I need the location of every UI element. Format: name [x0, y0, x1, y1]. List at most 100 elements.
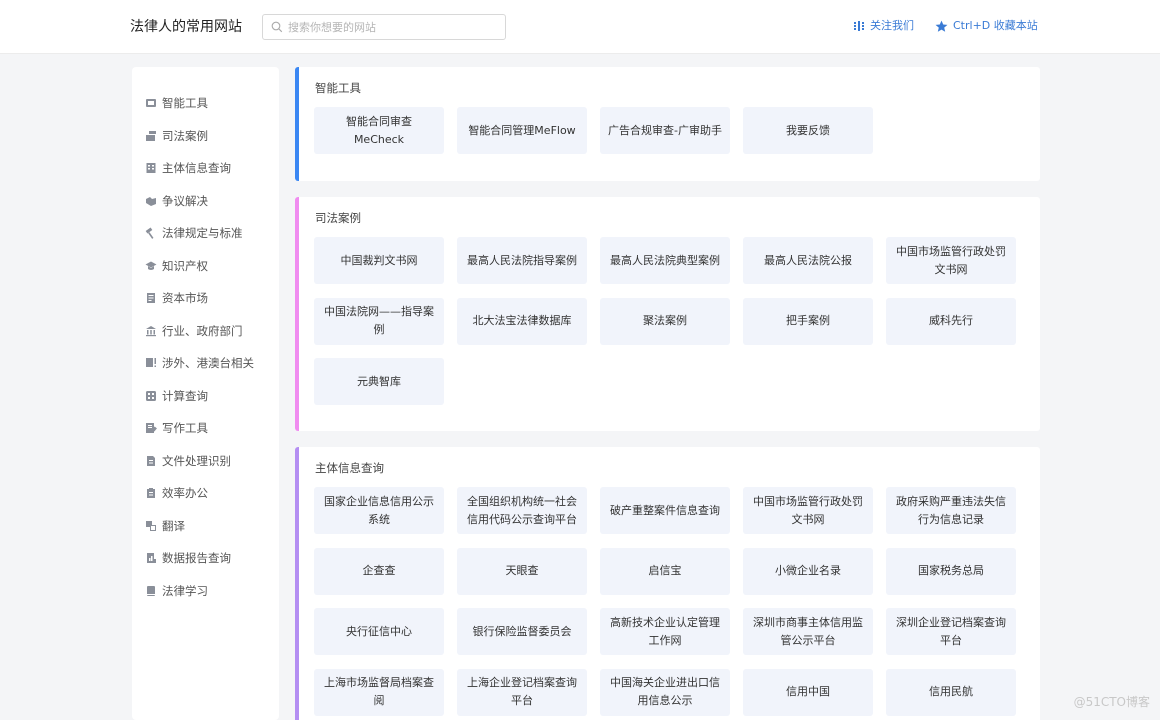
sidebar-item-label: 文件处理识别 — [162, 453, 231, 468]
site-link-card[interactable]: 中国海关企业进出口信用信息公示 — [600, 668, 730, 716]
file-icon — [145, 455, 157, 467]
site-link-card[interactable]: 信用民航 — [886, 668, 1016, 716]
sidebar-item[interactable]: 效率办公 — [132, 477, 279, 510]
sidebar-item[interactable]: 资本市场 — [132, 282, 279, 315]
site-link-card[interactable]: 威科先行 — [886, 297, 1016, 345]
site-link-card[interactable]: 元典智库 — [314, 358, 444, 405]
sidebar-item[interactable]: 计算查询 — [132, 380, 279, 413]
sidebar-item[interactable]: 法律规定与标准 — [132, 217, 279, 250]
site-link-card[interactable]: 广告合规审查-广审助手 — [600, 107, 730, 154]
site-link-card[interactable]: 启信宝 — [600, 547, 730, 595]
wechat-icon — [853, 20, 865, 32]
sidebar-item-label: 计算查询 — [162, 388, 208, 403]
site-link-card[interactable]: 企查查 — [314, 547, 444, 595]
graduation-cap-icon — [145, 260, 157, 272]
sidebar-item-label: 翻译 — [162, 518, 185, 533]
sidebar-item-label: 资本市场 — [162, 291, 208, 306]
favorite-site-label: Ctrl+D 收藏本站 — [953, 19, 1038, 32]
sidebar-item[interactable]: 数据报告查询 — [132, 542, 279, 575]
site-link-card[interactable]: 小微企业名录 — [743, 547, 873, 595]
section-accent-bar — [295, 447, 299, 720]
follow-us-link[interactable]: 关注我们 — [853, 18, 914, 34]
sidebar-item-label: 涉外、港澳台相关 — [162, 356, 254, 371]
sidebar-item[interactable]: 涉外、港澳台相关 — [132, 347, 279, 380]
sidebar-item[interactable]: 写作工具 — [132, 412, 279, 445]
site-link-card[interactable]: 中国市场监管行政处罚文书网 — [886, 237, 1016, 284]
section-entity-lookup: 主体信息查询 国家企业信息信用公示系统 全国组织机构统一社会信用代码公示查询平台破… — [295, 447, 1040, 720]
site-link-card[interactable]: 智能合同审查MeCheck — [314, 107, 444, 154]
site-link-card[interactable]: 最高人民法院公报 — [743, 237, 873, 284]
sidebar-item-label: 数据报告查询 — [162, 551, 231, 566]
link-grid: 智能合同审查MeCheck 智能合同管理MeFlow 广告合规审查-广审助手 我要反馈 — [314, 107, 1034, 168]
sidebar-item[interactable]: 翻译 — [132, 510, 279, 543]
sidebar-item[interactable]: 争议解决 — [132, 185, 279, 218]
sidebar-item-label: 智能工具 — [162, 96, 208, 111]
site-link-card[interactable]: 上海市场监督局档案查阅 — [314, 668, 444, 716]
site-link-card[interactable]: 信用中国 — [743, 668, 873, 716]
bank-icon — [145, 325, 157, 337]
sidebar-item-label: 司法案例 — [162, 128, 208, 143]
site-link-card[interactable]: 聚法案例 — [600, 297, 730, 345]
section-title: 主体信息查询 — [315, 461, 384, 475]
site-link-card[interactable]: 中国法院网——指导案例 — [314, 297, 444, 345]
site-link-card[interactable]: 中国裁判文书网 — [314, 237, 444, 284]
sidebar-item[interactable]: 文件处理识别 — [132, 445, 279, 478]
report-icon — [145, 552, 157, 564]
sidebar-item-label: 主体信息查询 — [162, 161, 231, 176]
section-judicial-cases: 司法案例 中国裁判文书网 最高人民法院指导案例 最高人民法院典型案例 最高人民法院公报… — [295, 197, 1040, 431]
sidebar-item[interactable]: 司法案例 — [132, 120, 279, 153]
site-link-card[interactable]: 中国市场监管行政处罚文书网 — [743, 487, 873, 534]
document-icon — [145, 292, 157, 304]
sidebar-item[interactable]: 主体信息查询 — [132, 152, 279, 185]
sidebar-item[interactable]: 智能工具 — [132, 87, 279, 120]
search-icon — [271, 21, 283, 33]
site-link-card[interactable]: 银行保险监督委员会 — [457, 608, 587, 655]
site-link-card[interactable]: 最高人民法院指导案例 — [457, 237, 587, 284]
section-accent-bar — [295, 197, 299, 431]
site-link-card[interactable]: 破产重整案件信息查询 — [600, 487, 730, 534]
search-box[interactable] — [262, 14, 506, 40]
search-input[interactable] — [288, 20, 488, 34]
link-grid: 中国裁判文书网 最高人民法院指导案例 最高人民法院典型案例 最高人民法院公报 中国市场监… — [314, 237, 1034, 419]
calculator-icon — [145, 390, 157, 402]
top-bar: 法律人的常用网站 关注我们 Ctrl+D 收藏本站 — [0, 0, 1160, 54]
building-icon — [145, 162, 157, 174]
watermark: @51CTO博客 — [1073, 695, 1150, 709]
follow-us-label: 关注我们 — [870, 19, 914, 32]
site-link-card[interactable]: 智能合同管理MeFlow — [457, 107, 587, 154]
sidebar-item-label: 法律规定与标准 — [162, 226, 243, 241]
hammer-icon — [145, 227, 157, 240]
sidebar-item-label: 效率办公 — [162, 486, 208, 501]
site-link-card[interactable]: 政府采购严重违法失信行为信息记录 — [886, 487, 1016, 534]
section-title: 司法案例 — [315, 211, 361, 225]
site-link-card[interactable]: 深圳市商事主体信用监管公示平台 — [743, 608, 873, 655]
site-link-card[interactable]: 深圳企业登记档案查询平台 — [886, 608, 1016, 655]
site-link-card[interactable]: 把手案例 — [743, 297, 873, 345]
site-link-card[interactable]: 天眼查 — [457, 547, 587, 595]
site-link-card[interactable]: 最高人民法院典型案例 — [600, 237, 730, 284]
section-title: 智能工具 — [315, 81, 361, 95]
site-title[interactable]: 法律人的常用网站 — [130, 17, 242, 37]
sidebar-item-label: 知识产权 — [162, 258, 208, 273]
sidebar-item[interactable]: 行业、政府部门 — [132, 315, 279, 348]
star-icon — [935, 20, 948, 33]
link-grid: 国家企业信息信用公示系统 全国组织机构统一社会信用代码公示查询平台 破产重整案件信息… — [314, 487, 1034, 720]
sidebar-item[interactable]: 法律学习 — [132, 575, 279, 608]
clipboard-icon — [145, 487, 157, 499]
sidebar-item[interactable]: 知识产权 — [132, 250, 279, 283]
site-link-card[interactable]: 我要反馈 — [743, 107, 873, 154]
flag-icon — [145, 357, 157, 369]
site-link-card[interactable]: 央行征信中心 — [314, 608, 444, 655]
favorite-site-link[interactable]: Ctrl+D 收藏本站 — [935, 18, 1038, 34]
site-link-card[interactable]: 北大法宝法律数据库 — [457, 297, 587, 345]
site-link-card[interactable]: 国家企业信息信用公示系统 — [314, 487, 444, 534]
category-sidebar: 智能工具司法案例主体信息查询 争议解决法律规定与标准 知识产权资本市场行业、政府部门… — [132, 67, 279, 720]
sidebar-item-label: 争议解决 — [162, 193, 208, 208]
section-accent-bar — [295, 67, 299, 181]
site-link-card[interactable]: 高新技术企业认定管理工作网 — [600, 608, 730, 655]
translate-icon — [145, 520, 157, 532]
sidebar-item-label: 法律学习 — [162, 583, 208, 598]
site-link-card[interactable]: 上海企业登记档案查询平台 — [457, 668, 587, 716]
site-link-card[interactable]: 全国组织机构统一社会信用代码公示查询平台 — [457, 487, 587, 534]
site-link-card[interactable]: 国家税务总局 — [886, 547, 1016, 595]
